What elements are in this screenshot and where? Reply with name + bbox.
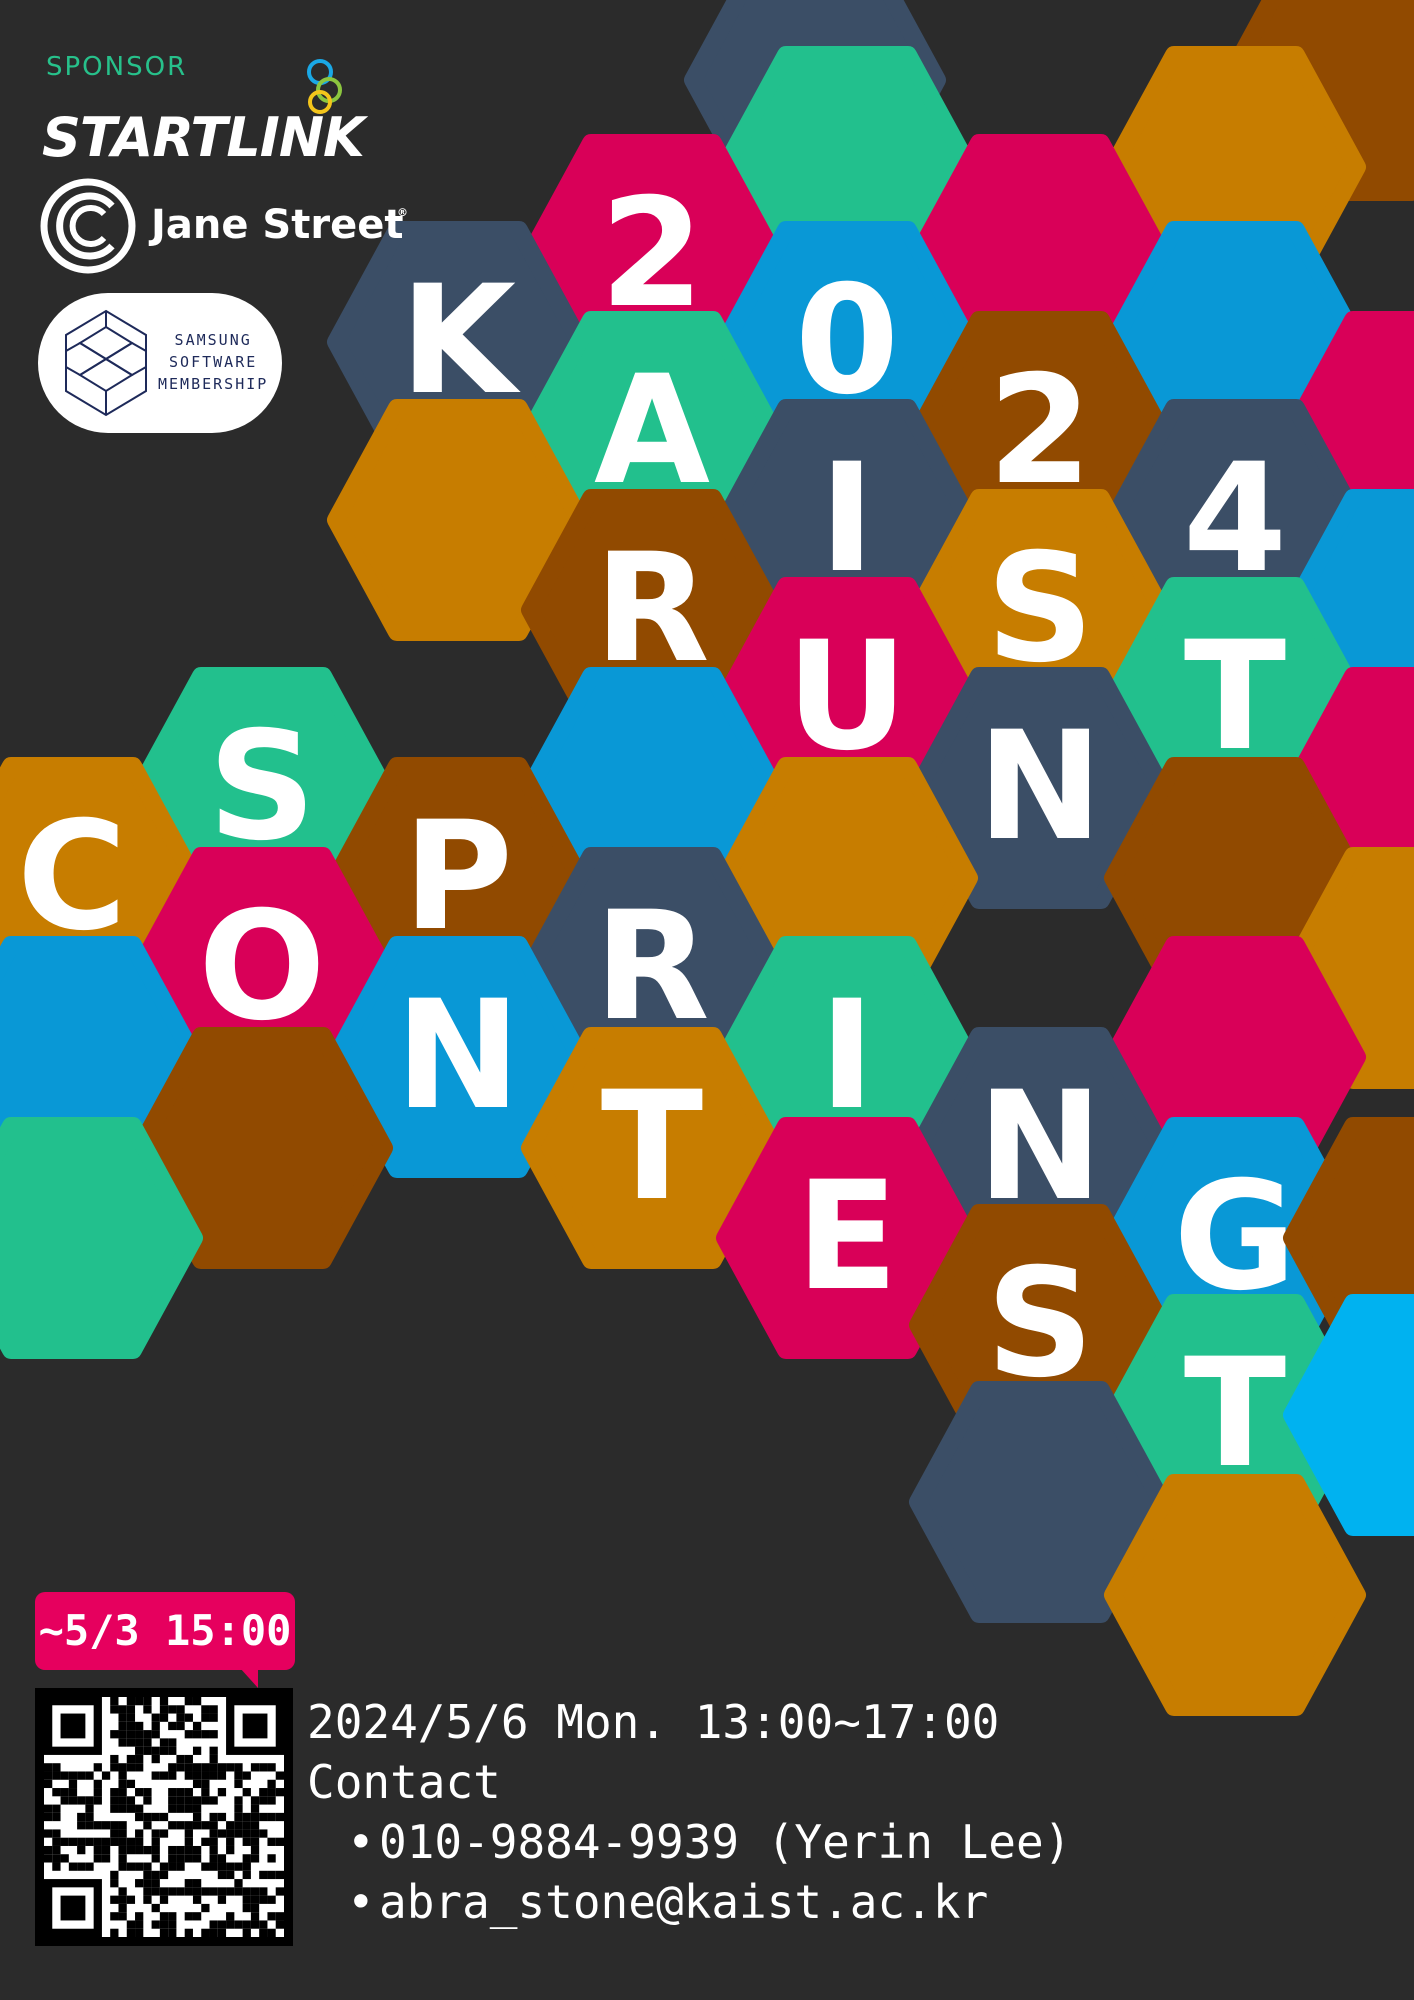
- contact-list: 010-9884-9939 (Yerin Lee) abra_stone@kai…: [307, 1812, 1071, 1932]
- startlink-logo: STARTLINK: [42, 59, 370, 160]
- hex-letter: I: [819, 969, 875, 1143]
- hexagon-tile: [1104, 1474, 1366, 1716]
- registered-mark: ®: [397, 206, 408, 219]
- samsung-software-membership-logo: SAMSUNG SOFTWARE MEMBERSHIP: [38, 293, 282, 433]
- hex-letter: T: [601, 1060, 703, 1234]
- contact-email[interactable]: abra_stone@kaist.ac.kr: [347, 1872, 1071, 1932]
- qr-code-icon: [44, 1697, 284, 1937]
- hex-letter: N: [395, 969, 521, 1143]
- jane-street-wordmark: Jane Street: [148, 202, 403, 248]
- jane-street-ring-icon: [40, 178, 136, 274]
- cube-lattice-icon: [65, 309, 147, 417]
- badge-tail: [240, 1668, 258, 1688]
- hex-letter: N: [977, 700, 1103, 874]
- hex-letter: E: [796, 1150, 898, 1324]
- event-info: 2024/5/6 Mon. 13:00~17:00 Contact 010-98…: [307, 1692, 1071, 1932]
- samsung-line-1: SAMSUNG: [174, 331, 252, 349]
- event-datetime: 2024/5/6 Mon. 13:00~17:00: [307, 1695, 1000, 1749]
- startlink-wordmark: STARTLINK: [42, 106, 369, 160]
- poster: 2K0A2I4RSUTSNCPORNITNEGST SPONSOR STARTL…: [0, 0, 1414, 2000]
- contact-phone: 010-9884-9939 (Yerin Lee): [347, 1812, 1071, 1872]
- registration-deadline-badge: ~5/3 15:00: [35, 1592, 295, 1670]
- samsung-line-3: MEMBERSHIP: [158, 375, 269, 393]
- contact-label: Contact: [307, 1755, 501, 1809]
- registration-qr-code[interactable]: [35, 1688, 293, 1946]
- samsung-line-2: SOFTWARE: [169, 353, 258, 371]
- jane-street-logo: Jane Street ®: [40, 178, 408, 274]
- startlink-rings-icon: [307, 59, 342, 114]
- samsung-text: SAMSUNG SOFTWARE MEMBERSHIP: [158, 329, 268, 395]
